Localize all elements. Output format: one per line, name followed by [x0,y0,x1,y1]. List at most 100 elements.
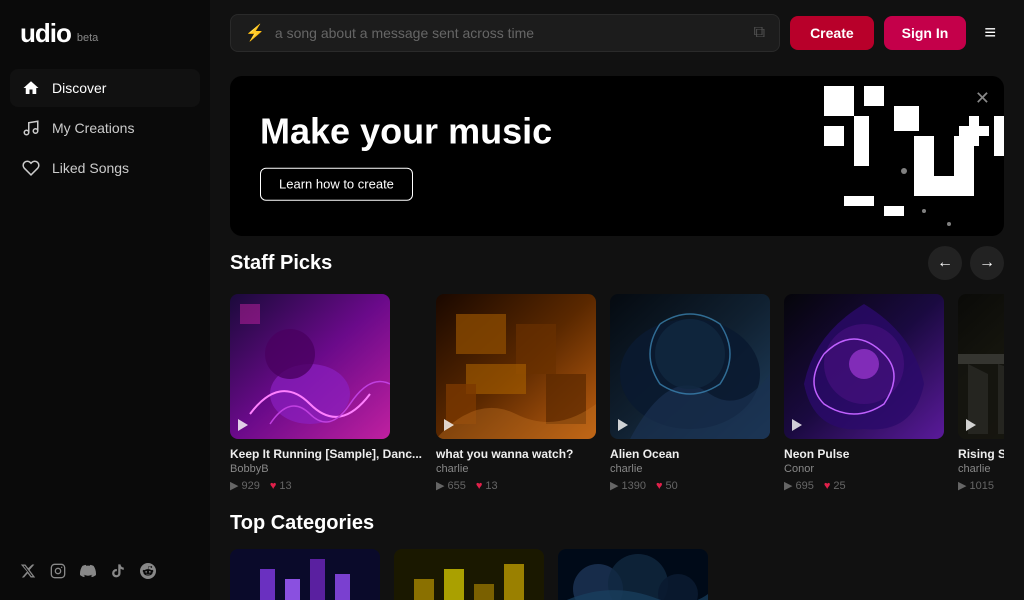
like-count: ♥ 50 [656,480,678,492]
twitter-icon[interactable] [20,563,36,584]
song-card[interactable]: Neon Pulse Conor ▶ 695 ♥ 25 [784,294,944,492]
song-title: Neon Pulse [784,447,944,461]
play-icon [966,419,976,431]
like-count: ♥ 13 [270,480,292,492]
song-thumbnail [958,294,1004,439]
play-icon [792,419,802,431]
learn-how-button[interactable]: Learn how to create [260,167,413,200]
like-count-value: 13 [279,480,291,492]
song-thumbnail [230,294,390,439]
like-count-value: 50 [666,480,678,492]
hero-close-button[interactable]: ✕ [975,88,990,109]
song-card[interactable]: Alien Ocean charlie ▶ 1390 ♥ 50 [610,294,770,492]
reddit-icon[interactable] [140,563,156,584]
play-stat-icon: ▶ [784,479,792,492]
search-box[interactable]: ⚡ ⧉ [230,14,780,52]
bolt-icon: ⚡ [245,23,265,43]
sidebar: udio beta Discover My Creations Liked So… [0,0,210,600]
song-card[interactable]: Keep It Running [Sample], Danc... BobbyB… [230,294,422,492]
category-item[interactable] [394,549,544,600]
create-button[interactable]: Create [790,16,874,50]
play-count-value: 695 [796,480,814,492]
staff-picks-nav: ← → [928,246,1004,280]
song-title: Rising Sun Gospel [958,447,1004,461]
category-item[interactable] [230,549,380,600]
play-count-value: 1015 [970,480,994,492]
prev-arrow-button[interactable]: ← [928,246,962,280]
play-count: ▶ 1015 [958,479,994,492]
staff-picks-title: Staff Picks [230,252,332,275]
hero-art [604,76,1004,236]
top-categories-header: Top Categories [230,512,1004,535]
play-count: ▶ 929 [230,479,260,492]
music-note-icon [22,119,40,137]
top-categories-section: Top Categories [210,512,1024,600]
topbar: ⚡ ⧉ Create Sign In ≡ [210,0,1024,66]
like-stat-icon: ♥ [476,480,483,492]
song-author: Conor [784,463,944,475]
play-icon [618,419,628,431]
play-count: ▶ 695 [784,479,814,492]
logo: udio [20,18,71,49]
song-title: Alien Ocean [610,447,770,461]
tiktok-icon[interactable] [110,563,126,584]
discord-icon[interactable] [80,563,96,584]
play-icon [444,419,454,431]
play-count-value: 655 [448,480,466,492]
like-stat-icon: ♥ [656,480,663,492]
staff-picks-cards: Keep It Running [Sample], Danc... BobbyB… [230,294,1004,492]
like-count-value: 13 [485,480,497,492]
sidebar-item-my-creations-label: My Creations [52,120,134,136]
song-author: BobbyB [230,463,422,475]
nav-menu: Discover My Creations Liked Songs [0,69,210,187]
like-stat-icon: ♥ [824,480,831,492]
play-count-value: 929 [241,480,259,492]
staff-picks-header: Staff Picks ← → [230,246,1004,280]
heart-icon [22,159,40,177]
play-count: ▶ 1390 [610,479,646,492]
next-arrow-button[interactable]: → [970,246,1004,280]
like-count-value: 25 [833,480,845,492]
song-thumbnail [610,294,770,439]
hero-content: Make your music Learn how to create [260,112,552,201]
song-card[interactable]: Rising Sun Gospel charlie ▶ 1015 ♥ 31 [958,294,1004,492]
like-count: ♥ 25 [824,480,846,492]
signin-button[interactable]: Sign In [884,16,967,50]
song-title: what you wanna watch? [436,447,596,461]
play-stat-icon: ▶ [230,479,238,492]
song-author: charlie [958,463,1004,475]
play-stat-icon: ▶ [958,479,966,492]
song-title: Keep It Running [Sample], Danc... [230,447,422,461]
categories-row [230,549,1004,600]
song-stats: ▶ 1015 ♥ 31 [958,479,1004,492]
sidebar-item-my-creations[interactable]: My Creations [10,109,200,147]
beta-badge: beta [77,32,98,44]
like-count: ♥ 13 [476,480,498,492]
song-stats: ▶ 695 ♥ 25 [784,479,944,492]
hero-title: Make your music [260,112,552,152]
song-stats: ▶ 929 ♥ 13 [230,479,422,492]
staff-picks-section: Staff Picks ← → Keep It Running [Sample]… [210,246,1024,492]
sidebar-item-liked-songs[interactable]: Liked Songs [10,149,200,187]
song-thumbnail [784,294,944,439]
instagram-icon[interactable] [50,563,66,584]
like-stat-icon: ♥ [270,480,277,492]
play-count-value: 1390 [622,480,646,492]
sidebar-item-discover-label: Discover [52,80,106,96]
home-icon [22,79,40,97]
song-stats: ▶ 1390 ♥ 50 [610,479,770,492]
play-count: ▶ 655 [436,479,466,492]
menu-button[interactable]: ≡ [976,18,1004,49]
play-stat-icon: ▶ [610,479,618,492]
category-item[interactable] [558,549,708,600]
play-icon [238,419,248,431]
search-input[interactable] [275,25,744,41]
song-author: charlie [436,463,596,475]
copy-icon[interactable]: ⧉ [754,24,765,42]
sidebar-item-discover[interactable]: Discover [10,69,200,107]
song-thumbnail [436,294,596,439]
play-stat-icon: ▶ [436,479,444,492]
hero-banner: Make your music Learn how to create [230,76,1004,236]
song-card[interactable]: what you wanna watch? charlie ▶ 655 ♥ 13 [436,294,596,492]
song-stats: ▶ 655 ♥ 13 [436,479,596,492]
